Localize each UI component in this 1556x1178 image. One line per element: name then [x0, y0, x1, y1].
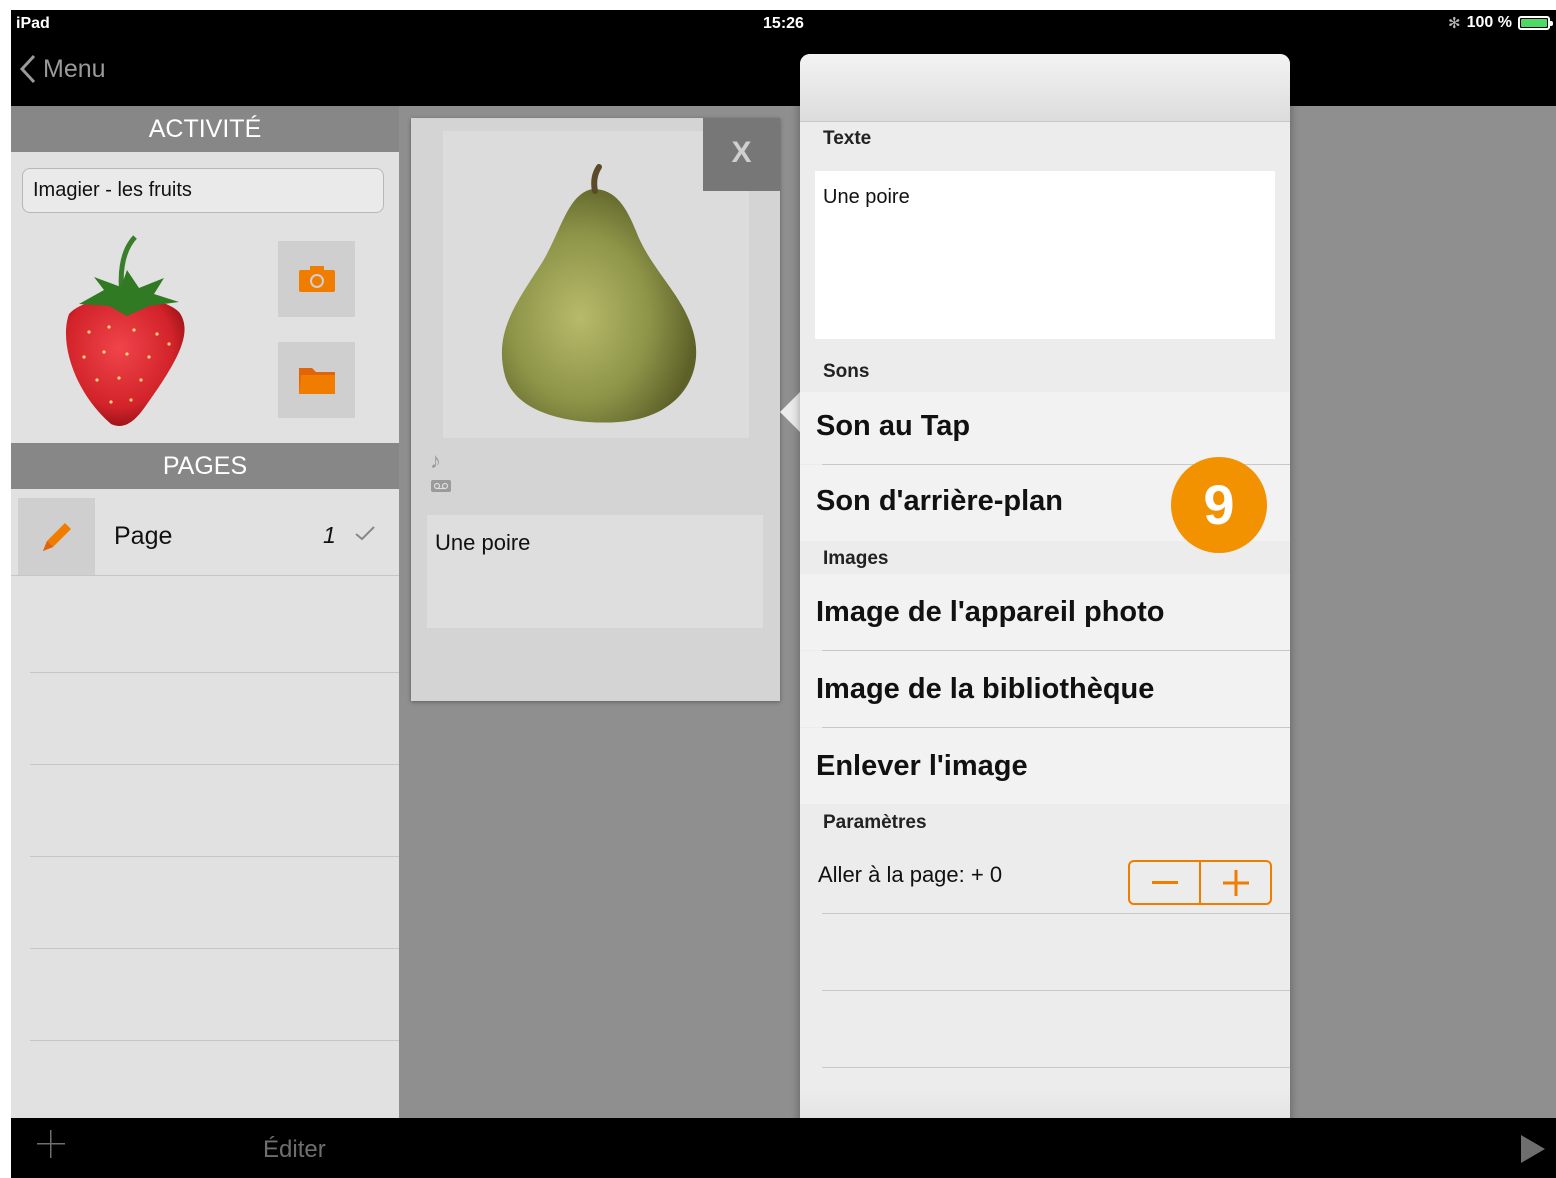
texte-field[interactable]: Une poire — [815, 171, 1275, 339]
music-note-icon: ♪ — [430, 448, 441, 473]
camera-icon — [298, 266, 335, 292]
sidebar: ACTIVITÉ Imagier - les fruits PAGES Page… — [11, 106, 399, 1118]
list-separator — [30, 764, 399, 765]
page-editor-card: X ♪ Une poire — [411, 118, 780, 701]
son-arriere-plan-label: Son d'arrière-plan — [816, 485, 1064, 517]
page-label: Page — [114, 522, 173, 550]
back-label: Menu — [43, 54, 106, 83]
page-number: 1 — [323, 522, 336, 548]
popover-arrow — [780, 390, 802, 434]
activity-name-field[interactable]: Imagier - les fruits — [22, 168, 384, 213]
properties-popover: Texte Une poire Sons Son au Tap Son d'ar… — [800, 54, 1290, 1169]
chevron-left-icon — [19, 54, 36, 84]
activity-header: ACTIVITÉ — [11, 106, 399, 152]
play-icon[interactable] — [1520, 1134, 1546, 1164]
folder-icon — [298, 368, 335, 394]
voicemail-icon — [431, 480, 451, 492]
goto-page-label: Aller à la page: + 0 — [818, 862, 1003, 887]
step-badge: 9 — [1171, 457, 1267, 553]
params-header: Paramètres — [823, 812, 927, 833]
goto-page-stepper[interactable] — [1128, 860, 1272, 905]
navigation-bar: Menu — [11, 38, 1556, 106]
list-separator — [30, 948, 399, 949]
sons-header: Sons — [823, 361, 870, 382]
folder-button[interactable] — [278, 342, 355, 418]
images-header: Images — [823, 548, 889, 569]
minus-icon — [1151, 880, 1178, 884]
back-button[interactable]: Menu — [19, 54, 106, 84]
add-page-button[interactable] — [37, 1130, 65, 1158]
status-right: ✻ 100 % — [1448, 14, 1553, 32]
bottom-toolbar: Éditer — [11, 1118, 1556, 1178]
bluetooth-icon: ✻ — [1448, 15, 1461, 32]
remove-image-row[interactable]: Enlever l'image — [800, 728, 1290, 804]
edit-button[interactable]: Éditer — [263, 1136, 326, 1164]
pages-header: PAGES — [11, 443, 399, 489]
checkmark-icon — [355, 526, 375, 541]
image-library-label: Image de la bibliothèque — [816, 673, 1155, 705]
close-button[interactable]: X — [703, 118, 780, 191]
image-library-row[interactable]: Image de la bibliothèque — [800, 651, 1290, 727]
list-separator — [30, 856, 399, 857]
list-separator — [30, 672, 399, 673]
son-au-tap-row[interactable]: Son au Tap — [800, 392, 1290, 464]
pencil-icon — [42, 522, 71, 551]
clock: 15:26 — [763, 15, 804, 32]
image-camera-row[interactable]: Image de l'appareil photo — [800, 574, 1290, 650]
row-separator — [822, 1067, 1290, 1068]
decrement-button[interactable] — [1130, 862, 1201, 903]
page-text[interactable]: Une poire — [427, 515, 763, 628]
camera-button[interactable] — [278, 241, 355, 317]
page-row[interactable]: Page 1 — [11, 498, 399, 576]
strawberry-image — [65, 235, 185, 426]
plus-icon — [1222, 869, 1249, 896]
ipad-screen: iPad 15:26 ✻ 100 % Menu ACTIVITÉ Imagier… — [11, 10, 1556, 1178]
row-separator — [822, 990, 1290, 991]
son-au-tap-label: Son au Tap — [816, 410, 971, 442]
status-bar: iPad 15:26 ✻ 100 % — [11, 10, 1556, 38]
row-separator — [822, 913, 1290, 914]
battery-icon — [1518, 16, 1553, 30]
remove-image-label: Enlever l'image — [816, 750, 1028, 782]
increment-button[interactable] — [1201, 862, 1270, 903]
list-separator — [30, 1040, 399, 1041]
image-camera-label: Image de l'appareil photo — [816, 596, 1165, 628]
popover-header — [800, 54, 1290, 122]
texte-header: Texte — [823, 128, 872, 149]
battery-percent: 100 % — [1466, 14, 1512, 31]
edit-page-button[interactable] — [18, 498, 95, 575]
